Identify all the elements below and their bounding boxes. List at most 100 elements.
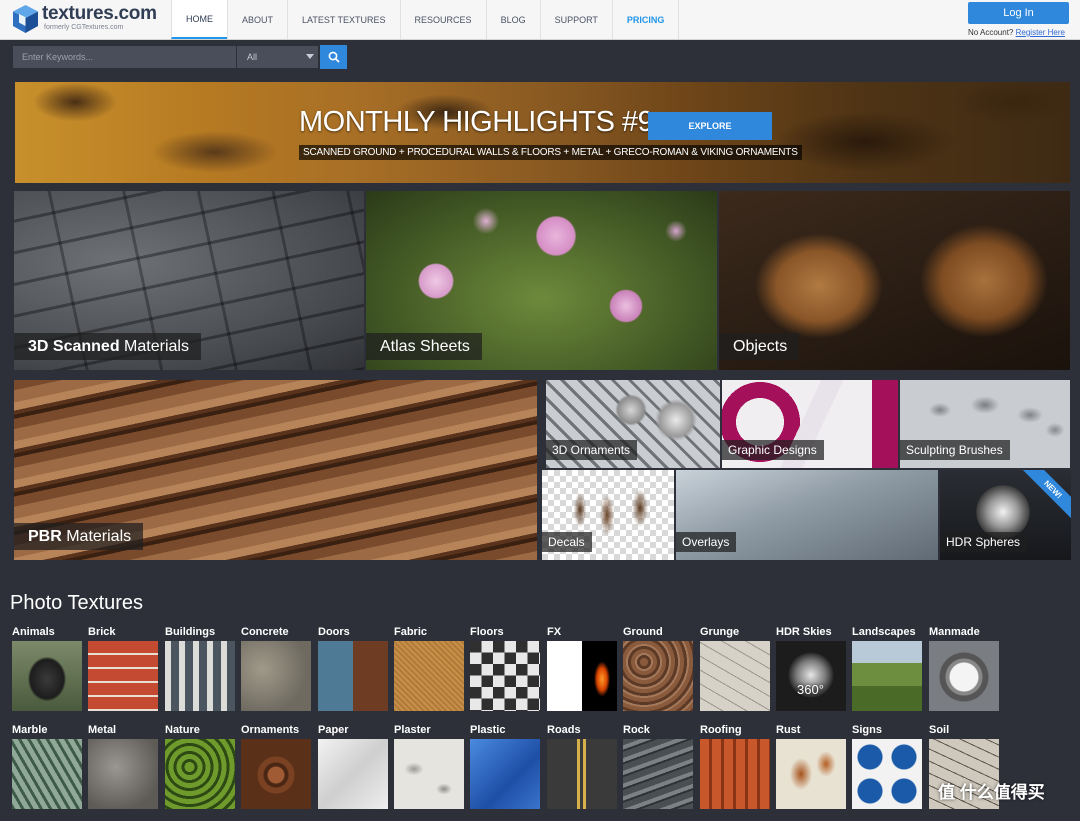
category-roads[interactable]: Roads [547,723,617,809]
category-label: Ground [623,626,663,638]
nav-resources[interactable]: RESOURCES [399,0,486,39]
category-marble[interactable]: Marble [12,723,82,809]
tile-objects[interactable]: Objects [719,191,1070,370]
category-paper[interactable]: Paper [318,723,388,809]
category-label: Marble [12,724,48,736]
category-animals[interactable]: Animals [12,625,82,711]
category-thumbnail [852,641,922,711]
nav-about[interactable]: ABOUT [227,0,287,39]
site-logo[interactable]: textures.com formerly CGTextures.com [12,4,157,36]
category-thumbnail [165,739,235,809]
category-label: Fabric [394,626,428,638]
category-thumbnail [547,641,617,711]
category-thumbnail: 360° [776,641,846,711]
category-concrete[interactable]: Concrete [241,625,311,711]
tile-pbr-materials[interactable]: PBR Materials [14,380,537,560]
banner-subtitle: SCANNED GROUND + PROCEDURAL WALLS & FLOO… [299,145,802,160]
category-thumbnail [394,641,464,711]
category-nature[interactable]: Nature [165,723,235,809]
category-label: Nature [165,724,200,736]
tile-label: HDR Spheres [940,532,1028,552]
search-button[interactable] [320,45,347,69]
category-thumbnail [470,641,540,711]
category-ornaments[interactable]: Ornaments [241,723,311,809]
category-label: Plaster [394,724,431,736]
category-grunge[interactable]: Grunge [700,625,770,711]
category-thumbnail [700,739,770,809]
tile-atlas-sheets[interactable]: Atlas Sheets [366,191,717,370]
category-rust[interactable]: Rust [776,723,846,809]
category-buildings[interactable]: Buildings [165,625,235,711]
tile-3d-scanned-materials[interactable]: 3D Scanned Materials [14,191,364,370]
category-doors[interactable]: Doors [318,625,388,711]
category-thumbnail [776,739,846,809]
category-fabric[interactable]: Fabric [394,625,464,711]
category-manmade[interactable]: Manmade [929,625,999,711]
category-label: HDR Skies [776,626,832,638]
category-label: Rust [776,724,801,736]
category-label: Paper [318,724,349,736]
category-thumbnail [12,641,82,711]
category-label: Concrete [241,626,289,638]
category-thumbnail [470,739,540,809]
watermark-text: 值 什么值得买 [938,783,1045,802]
tile-overlays[interactable]: Overlays [676,470,938,560]
tile-label: 3D Scanned Materials [14,333,201,360]
no-account-label: No Account? [968,28,1014,37]
main-nav: HOME ABOUT LATEST TEXTURES RESOURCES BLO… [171,0,680,39]
category-landscapes[interactable]: Landscapes [852,625,922,711]
category-label: Floors [470,626,504,638]
nav-blog[interactable]: BLOG [485,0,540,39]
category-plastic[interactable]: Plastic [470,723,540,809]
category-thumbnail [929,641,999,711]
tile-label: Atlas Sheets [366,333,482,360]
tile-sculpting-brushes[interactable]: Sculpting Brushes [900,380,1070,468]
category-roofing[interactable]: Roofing [700,723,770,809]
tile-3d-ornaments[interactable]: 3D Ornaments [546,380,720,468]
tile-graphic-designs[interactable]: Graphic Designs [722,380,898,468]
login-button[interactable]: Log In [968,2,1069,24]
explore-button[interactable]: EXPLORE [648,112,772,140]
category-select-value: All [247,52,258,62]
cube-logo-icon [13,5,38,33]
tile-label: Sculpting Brushes [900,440,1010,460]
nav-support[interactable]: SUPPORT [539,0,612,39]
category-fx[interactable]: FX [547,625,617,711]
tile-decals[interactable]: Decals [542,470,674,560]
category-label: Brick [88,626,116,638]
category-label: Rock [623,724,650,736]
logo-name: textures.com [42,3,157,24]
tile-label-rest: Materials [119,338,189,355]
category-thumbnail [623,641,693,711]
category-ground[interactable]: Ground [623,625,693,711]
nav-home[interactable]: HOME [171,0,227,39]
banner-title: MONTHLY HIGHLIGHTS #9 [299,106,654,138]
tile-label-rest: Materials [61,528,132,545]
category-label: Roofing [700,724,742,736]
register-link[interactable]: Register Here [1016,28,1065,37]
category-thumbnail [394,739,464,809]
category-metal[interactable]: Metal [88,723,158,809]
category-brick[interactable]: Brick [88,625,158,711]
tile-label: Decals [542,532,592,552]
search-input[interactable] [13,46,236,68]
category-label: Doors [318,626,350,638]
category-thumbnail [623,739,693,809]
monthly-highlights-banner[interactable]: MONTHLY HIGHLIGHTS #9 SCANNED GROUND + P… [15,82,1070,183]
category-select[interactable]: All [237,46,318,68]
category-plaster[interactable]: Plaster [394,723,464,809]
category-hdr-skies[interactable]: HDR Skies 360° [776,625,846,711]
category-thumbnail [318,641,388,711]
tile-label: Overlays [676,532,737,552]
category-signs[interactable]: Signs [852,723,922,809]
category-thumbnail [241,739,311,809]
category-label: Soil [929,724,950,736]
tile-hdr-spheres[interactable]: NEW! HDR Spheres [940,470,1071,560]
nav-pricing[interactable]: PRICING [611,0,680,39]
nav-latest-textures[interactable]: LATEST TEXTURES [287,0,400,39]
tile-label: Objects [719,333,800,360]
category-thumbnail [88,739,158,809]
category-floors[interactable]: Floors [470,625,540,711]
category-rock[interactable]: Rock [623,723,693,809]
category-thumbnail [852,739,922,809]
